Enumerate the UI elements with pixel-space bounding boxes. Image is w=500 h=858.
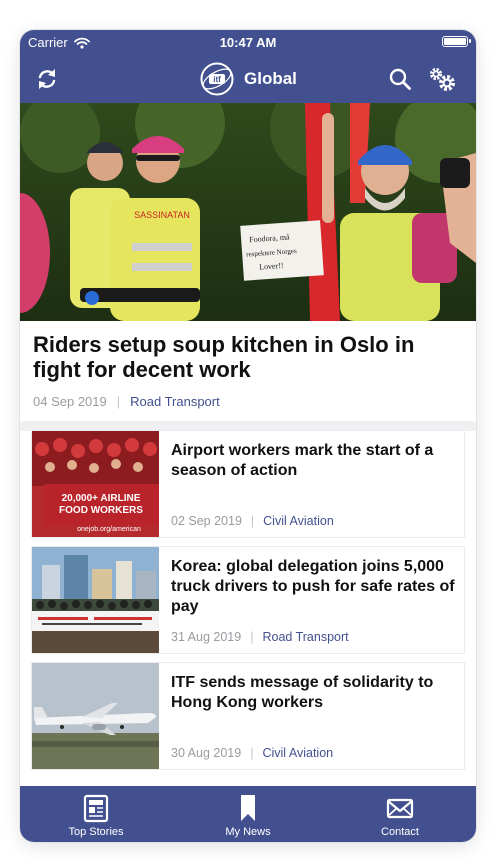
article-date: 31 Aug 2019	[171, 630, 242, 644]
article-meta: 30 Aug 2019 | Civil Aviation	[171, 746, 333, 760]
newspaper-icon	[83, 794, 109, 823]
article-title[interactable]: Airport workers mark the start of a seas…	[171, 441, 456, 481]
tab-label: Contact	[381, 826, 419, 838]
article-thumbnail[interactable]	[32, 663, 159, 769]
article-meta: 02 Sep 2019 | Civil Aviation	[171, 514, 334, 528]
tab-top-stories[interactable]: Top Stories	[20, 786, 172, 842]
tab-contact[interactable]: Contact	[324, 786, 476, 842]
brand-group: itf Global	[200, 62, 297, 96]
refresh-icon[interactable]	[34, 66, 60, 92]
article-card[interactable]: Korea: global delegation joins 5,000 tru…	[32, 547, 464, 653]
status-bar: Carrier 10:47 AM	[20, 30, 476, 54]
top-bar: Carrier 10:47 AM itf Global	[20, 30, 476, 103]
svg-text:itf: itf	[213, 75, 221, 84]
meta-separator: |	[250, 746, 254, 760]
article-thumbnail[interactable]	[32, 547, 159, 653]
article-date: 30 Aug 2019	[171, 746, 242, 760]
article-category-link[interactable]: Road Transport	[262, 630, 348, 644]
hero-sign-left: SASSINATAN	[134, 210, 190, 220]
hero-headline[interactable]: Riders setup soup kitchen in Oslo in fig…	[33, 332, 463, 382]
search-icon[interactable]	[388, 67, 412, 91]
hero-date: 04 Sep 2019	[33, 394, 107, 409]
navigation-bar: itf Global	[20, 54, 476, 103]
tab-label: My News	[225, 826, 271, 838]
envelope-icon	[386, 798, 414, 819]
article-card[interactable]: ITF sends message of solidarity to Hong …	[32, 663, 464, 769]
article-card[interactable]: 20,000+ AIRLINE FOOD WORKERS onejob.org/…	[32, 431, 464, 537]
meta-separator: |	[116, 394, 121, 409]
tab-my-news[interactable]: My News	[172, 786, 324, 842]
hero-sign-right-3: Lover!!	[259, 261, 284, 272]
article-thumbnail[interactable]: 20,000+ AIRLINE FOOD WORKERS onejob.org/…	[32, 431, 159, 537]
section-divider	[20, 421, 476, 431]
article-meta: 31 Aug 2019 | Road Transport	[171, 630, 349, 644]
settings-icon[interactable]	[426, 64, 458, 94]
article-date: 02 Sep 2019	[171, 514, 242, 528]
hero-category-link[interactable]: Road Transport	[130, 394, 220, 409]
thumb-text-1: 20,000+ AIRLINE	[62, 493, 141, 504]
article-category-link[interactable]: Civil Aviation	[263, 514, 334, 528]
status-time: 10:47 AM	[219, 35, 277, 50]
itf-logo: itf	[200, 62, 234, 96]
phone-screen: Carrier 10:47 AM itf Global SASSINATAN F…	[20, 30, 476, 842]
tab-bar: Top Stories My News Contact	[20, 786, 476, 842]
hero-image[interactable]: SASSINATAN Foodora, må respektere Norges…	[20, 103, 476, 321]
article-title[interactable]: ITF sends message of solidarity to Hong …	[171, 673, 456, 713]
hero-meta: 04 Sep 2019 | Road Transport	[33, 394, 220, 409]
article-category-link[interactable]: Civil Aviation	[262, 746, 333, 760]
article-title[interactable]: Korea: global delegation joins 5,000 tru…	[171, 557, 456, 617]
battery-icon	[442, 36, 471, 47]
meta-separator: |	[250, 514, 255, 528]
thumb-text-2: FOOD WORKERS	[59, 505, 143, 516]
meta-separator: |	[250, 630, 254, 644]
nav-title: Global	[244, 69, 297, 88]
thumb-text-3: onejob.org/american	[77, 526, 141, 533]
tab-label: Top Stories	[68, 826, 124, 838]
bookmark-icon	[241, 795, 255, 821]
